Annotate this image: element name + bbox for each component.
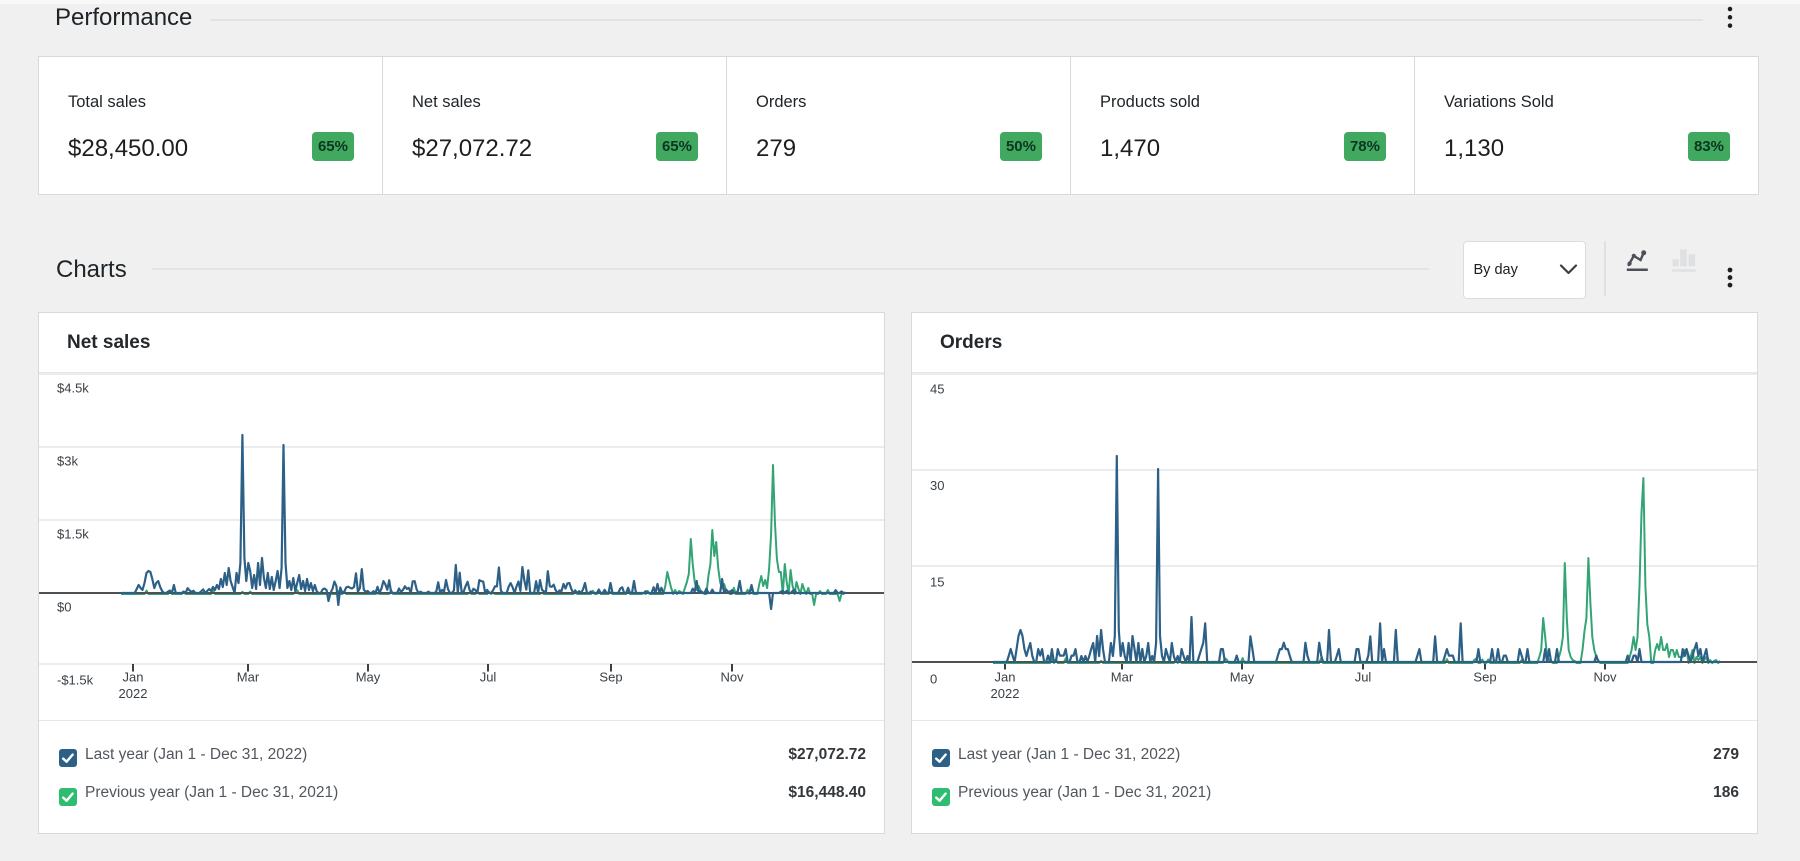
svg-text:2022: 2022	[119, 686, 148, 701]
svg-text:May: May	[1230, 669, 1255, 684]
svg-text:$3k: $3k	[57, 453, 78, 468]
svg-text:$1.5k: $1.5k	[57, 526, 89, 541]
svg-text:Nov: Nov	[720, 669, 744, 684]
svg-text:Jan: Jan	[123, 669, 144, 684]
svg-text:45: 45	[930, 381, 944, 396]
svg-text:$4.5k: $4.5k	[57, 380, 89, 395]
svg-text:0: 0	[930, 671, 937, 686]
svg-text:Mar: Mar	[1111, 669, 1134, 684]
svg-text:15: 15	[930, 574, 944, 589]
svg-text:2022: 2022	[991, 686, 1020, 701]
svg-text:Nov: Nov	[1593, 669, 1617, 684]
svg-text:Jul: Jul	[1355, 669, 1372, 684]
svg-text:May: May	[356, 669, 381, 684]
svg-text:-$1.5k: -$1.5k	[57, 672, 94, 687]
svg-text:Sep: Sep	[599, 669, 622, 684]
svg-text:Jan: Jan	[995, 669, 1016, 684]
svg-text:$0: $0	[57, 599, 71, 614]
svg-text:30: 30	[930, 478, 944, 493]
svg-text:Jul: Jul	[480, 669, 497, 684]
svg-text:Sep: Sep	[1473, 669, 1496, 684]
svg-text:Mar: Mar	[237, 669, 260, 684]
